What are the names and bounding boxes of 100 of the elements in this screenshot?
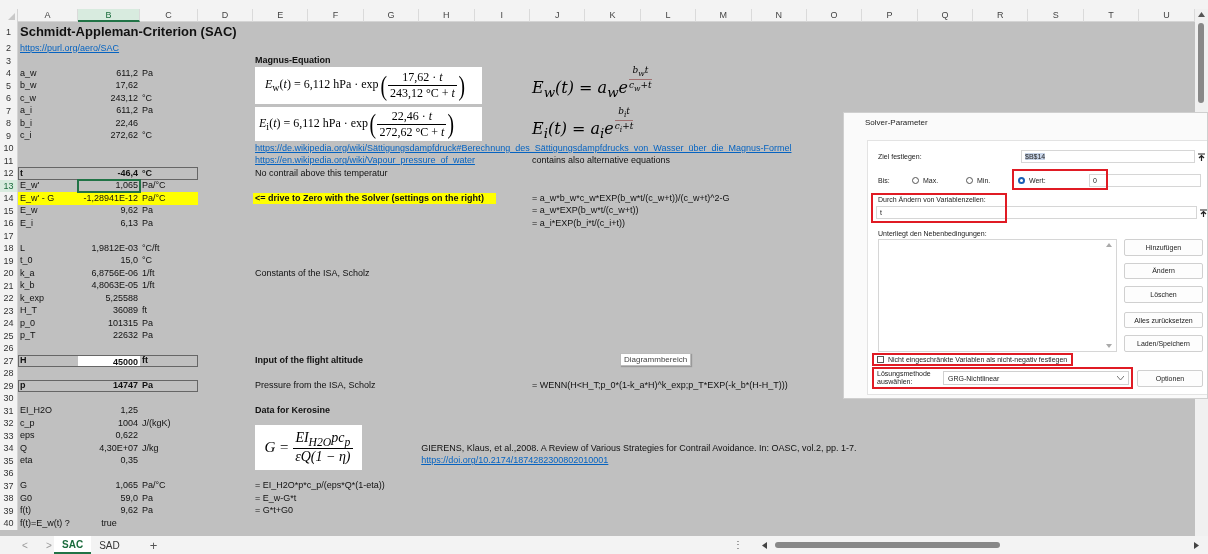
cell-text: Pa/°C	[141, 180, 167, 192]
row-header[interactable]: 14	[0, 192, 18, 205]
collapse-icon[interactable]	[1198, 152, 1205, 161]
collapse-icon[interactable]	[1200, 208, 1207, 217]
cell-text: L	[19, 242, 26, 254]
row-header[interactable]: 22	[0, 292, 18, 305]
cell-text: Pa	[141, 492, 154, 504]
row-header[interactable]: 32	[0, 417, 18, 430]
cell-text: = a_w*EXP(b_w*t/(c_w+t))	[530, 205, 640, 217]
column-header[interactable]: B	[78, 9, 140, 22]
add-sheet-button[interactable]: +	[149, 537, 158, 553]
cell-text: E_w	[19, 205, 39, 217]
cell-text: k_a	[19, 267, 36, 279]
split-handle[interactable]: ⋮	[733, 539, 743, 550]
cell-text: Pa	[141, 105, 154, 117]
equation-text: E$_{w}$(t) = 6,112 hPa · exp	[265, 77, 379, 94]
column-header[interactable]: L	[640, 9, 697, 22]
sheet-tab[interactable]: SAC	[54, 536, 92, 554]
column-header[interactable]: N	[751, 9, 807, 22]
caret-icon	[1117, 376, 1124, 380]
scroll-left-icon[interactable]	[762, 542, 767, 549]
section-heading: Data for Kerosine	[254, 405, 332, 417]
column-header[interactable]: A	[18, 9, 78, 22]
cell-text: = EI_H2O*p*c_p/(eps*Q*(1-eta))	[254, 480, 386, 492]
cell-text: contains also alternative equations	[530, 155, 672, 167]
cell-text: f(t)	[19, 505, 32, 517]
scroll-down-icon[interactable]	[1106, 344, 1112, 348]
cell-text: Pa/°C	[141, 192, 167, 204]
cell-text: a_w	[19, 67, 38, 79]
scrollbar-thumb[interactable]	[1197, 23, 1204, 103]
column-header[interactable]: T	[1083, 9, 1140, 22]
scroll-right-icon[interactable]	[1194, 542, 1199, 549]
row-header[interactable]: 6	[0, 92, 18, 105]
row-header[interactable]: 38	[0, 492, 18, 505]
row-header[interactable]: 10	[0, 142, 18, 155]
cell-text: Pa	[141, 330, 154, 342]
exponent-denominator: c$_{w}$+t	[629, 78, 652, 94]
input-cell[interactable]: 45000	[78, 355, 140, 366]
row-header[interactable]: 18	[0, 242, 18, 255]
parenthesis: (	[379, 70, 387, 101]
column-header[interactable]: R	[973, 9, 1029, 22]
scrollbar-thumb[interactable]	[775, 542, 1000, 548]
dialog-title: Solver-Parameter	[864, 117, 929, 129]
column-header[interactable]: K	[585, 9, 641, 22]
cell-value: 15,0	[119, 255, 139, 267]
column-header[interactable]: D	[198, 9, 253, 22]
column-header[interactable]: G	[363, 9, 420, 22]
column-header[interactable]: C	[140, 9, 198, 22]
cell-value: 4,30E+07	[98, 442, 139, 454]
cell-value: 1,9812E-03	[90, 242, 139, 254]
row-header[interactable]: 40	[0, 517, 18, 530]
row-header[interactable]: 36	[0, 467, 18, 480]
column-header[interactable]: E	[253, 9, 309, 22]
cell-value: 9,62	[119, 205, 139, 217]
column-header[interactable]: H	[419, 9, 475, 22]
cell-text: J/kg	[141, 442, 160, 454]
row-header[interactable]: 4	[0, 67, 18, 80]
sheet-title: Schmidt-Appleman-Criterion (SAC)	[19, 24, 238, 40]
cell-text: G0	[19, 492, 33, 504]
tooltip: Diagrammbereich	[620, 353, 692, 366]
row-header[interactable]: 30	[0, 392, 18, 405]
row-header[interactable]: 26	[0, 342, 18, 355]
cell-value: 611,2	[115, 105, 139, 117]
scroll-up-icon[interactable]	[1197, 12, 1205, 17]
row-header[interactable]: 28	[0, 367, 18, 380]
cell-value: 17,62	[114, 80, 139, 92]
row-header[interactable]: 24	[0, 317, 18, 330]
sheet-tab[interactable]: SAD	[91, 536, 128, 554]
cell-value: 1,065	[114, 180, 139, 192]
fraction-denominator: 243,12 °C + t	[387, 85, 457, 101]
row-header[interactable]: 16	[0, 217, 18, 230]
column-header[interactable]: S	[1028, 9, 1084, 22]
cell-value: 22632	[111, 330, 139, 342]
column-header[interactable]: J	[529, 9, 586, 22]
cell-value: 1004	[116, 417, 139, 429]
row-header[interactable]: 2	[0, 42, 18, 55]
column-header[interactable]: Q	[917, 9, 974, 22]
cell-text: Pa	[141, 317, 154, 329]
cell-text: p	[19, 380, 27, 392]
cell-text: Pa	[141, 380, 154, 392]
cell-text: eps	[19, 430, 36, 442]
row-header[interactable]: 20	[0, 267, 18, 280]
cell-text: Pa/°C	[141, 480, 167, 492]
column-header[interactable]: P	[862, 9, 918, 22]
cell-text: H	[19, 355, 28, 367]
row-header[interactable]: 34	[0, 442, 18, 455]
cell-text: k_b	[19, 280, 36, 292]
row-header[interactable]: 12	[0, 167, 18, 180]
cell-text: Pa	[141, 67, 154, 79]
column-header[interactable]: O	[806, 9, 863, 22]
row-header[interactable]: 8	[0, 117, 18, 130]
cell-text: °C	[141, 92, 154, 104]
column-header[interactable]: I	[474, 9, 530, 22]
section-heading: Input of the flight altitude	[254, 355, 364, 367]
row-header[interactable]: 1	[0, 22, 18, 42]
cell-text: ft	[141, 305, 148, 317]
column-header[interactable]: F	[308, 9, 364, 22]
column-header[interactable]: M	[696, 9, 752, 22]
equation-text: E$_{i}$(t) = a$_{i}$e	[532, 119, 614, 142]
column-header[interactable]: U	[1139, 9, 1195, 22]
